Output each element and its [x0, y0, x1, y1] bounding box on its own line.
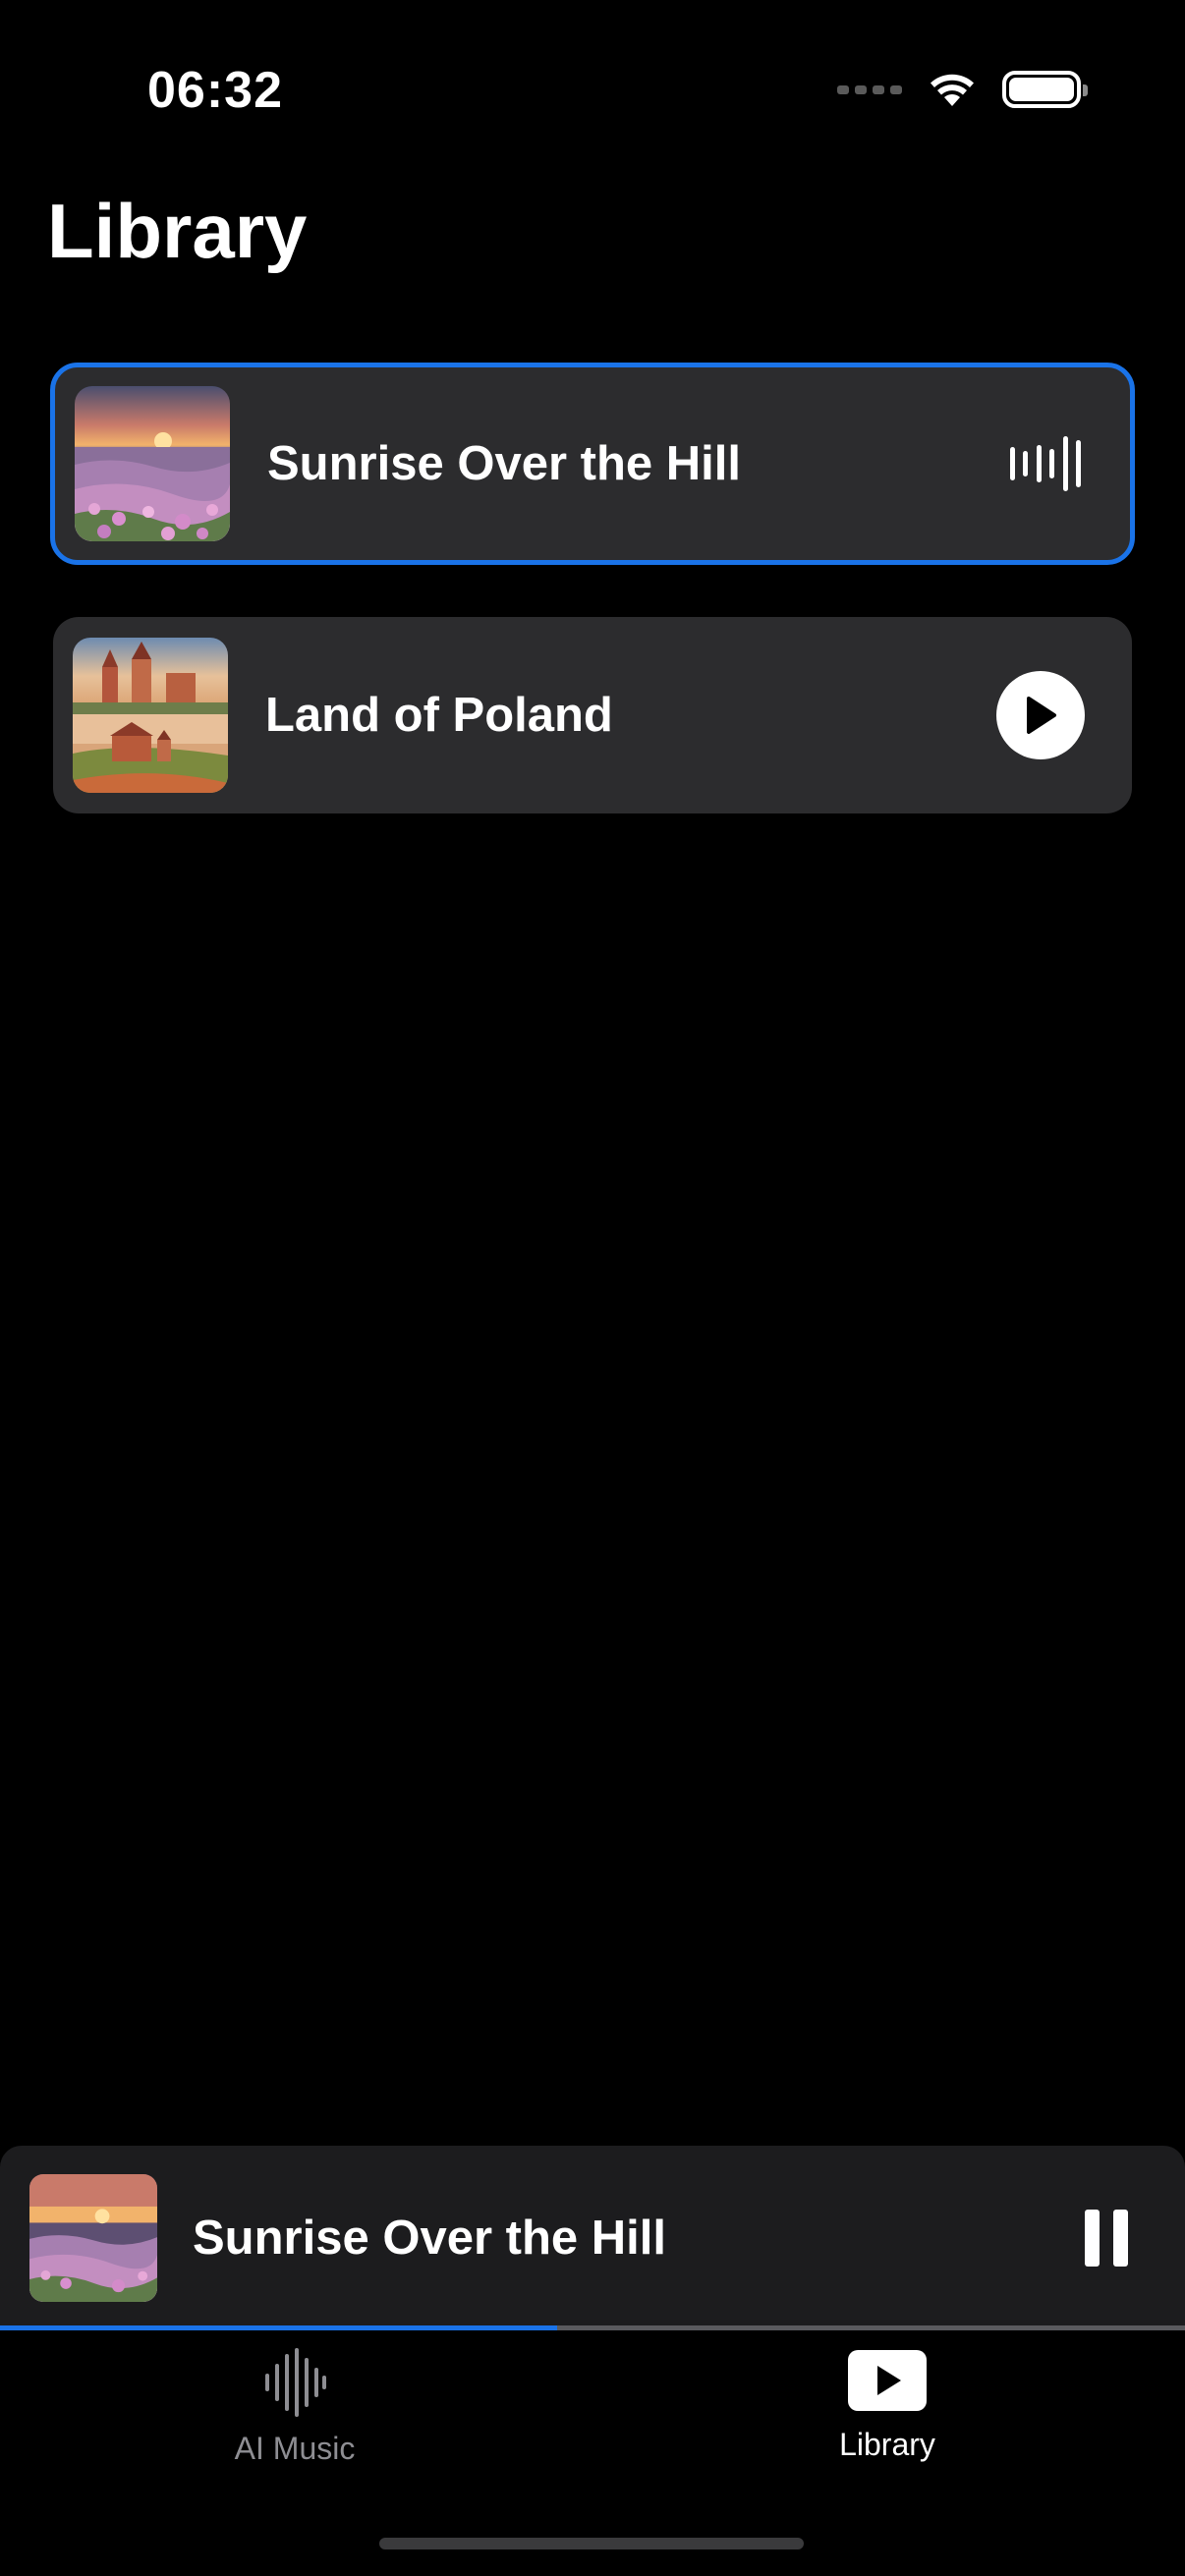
- play-rectangle-icon: [848, 2350, 927, 2411]
- now-playing-title: Sunrise Over the Hill: [193, 2212, 666, 2265]
- track-artwork: [73, 638, 228, 793]
- status-icons: [837, 71, 1088, 108]
- playback-progress-bar[interactable]: [0, 2325, 1185, 2330]
- now-playing-bar[interactable]: Sunrise Over the Hill: [0, 2146, 1185, 2330]
- track-title: Land of Poland: [265, 689, 613, 742]
- playback-progress-fill: [0, 2325, 557, 2330]
- play-icon: [1027, 697, 1056, 734]
- pause-button[interactable]: [1085, 2210, 1128, 2267]
- tab-ai-music[interactable]: AI Music: [147, 2348, 442, 2467]
- wifi-icon: [928, 71, 977, 108]
- track-card-land-of-poland[interactable]: Land of Poland: [53, 617, 1132, 813]
- pause-icon: [1085, 2210, 1100, 2267]
- page-title: Library: [47, 188, 308, 274]
- equalizer-icon: [1010, 436, 1081, 491]
- home-indicator: [379, 2538, 804, 2549]
- now-playing-artwork: [29, 2174, 157, 2302]
- battery-icon: [1002, 71, 1088, 108]
- track-card-sunrise[interactable]: Sunrise Over the Hill: [50, 363, 1135, 565]
- track-artwork: [75, 386, 230, 541]
- status-time: 06:32: [147, 62, 283, 119]
- play-button[interactable]: [996, 671, 1085, 759]
- tab-label: AI Music: [234, 2431, 356, 2466]
- tab-library[interactable]: Library: [740, 2348, 1035, 2463]
- tab-label: Library: [839, 2427, 935, 2462]
- cellular-signal-icon: [837, 84, 902, 94]
- waveform-icon: [265, 2348, 326, 2417]
- track-title: Sunrise Over the Hill: [267, 437, 741, 490]
